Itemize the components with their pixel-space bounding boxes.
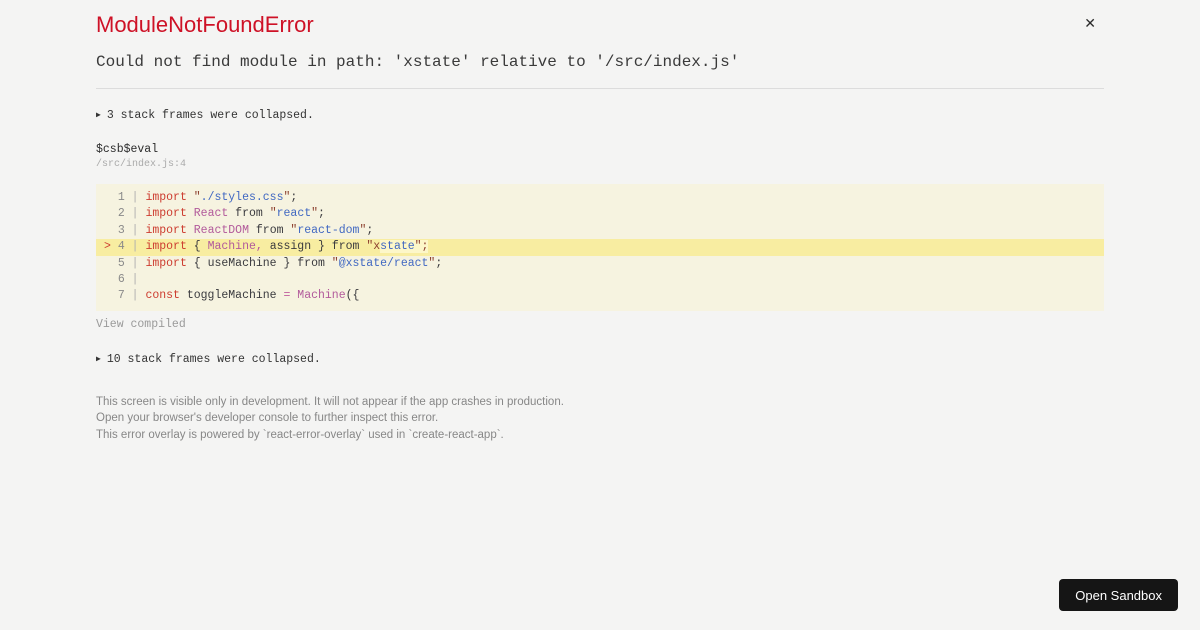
- close-button[interactable]: ✕: [1084, 16, 1096, 30]
- stack-collapsed-bottom-label: 10 stack frames were collapsed.: [106, 352, 321, 366]
- expand-triangle-icon: ▶: [96, 354, 101, 364]
- code-line: 5 | import { useMachine } from "@xstate/…: [117, 256, 443, 270]
- frame-function: $csb$eval: [96, 143, 159, 156]
- code-line: 2 | import React from "react";: [117, 207, 325, 221]
- error-title: ModuleNotFoundError: [96, 12, 314, 37]
- footer-note: This error overlay is powered by `react-…: [96, 428, 504, 441]
- error-overlay: ModuleNotFoundError ✕ Could not find mod…: [96, 0, 1104, 443]
- frame-location: /src/index.js:4: [96, 159, 187, 170]
- stack-collapsed-bottom[interactable]: ▶ 10 stack frames were collapsed.: [96, 353, 1104, 366]
- code-line: > 4 | import { Machine, assign } from "x…: [96, 239, 1104, 256]
- stack-collapsed-top-label: 3 stack frames were collapsed.: [106, 109, 314, 122]
- code-line: 1 | import "./styles.css";: [117, 191, 298, 204]
- footer-notes: This screen is visible only in developme…: [96, 394, 1104, 444]
- expand-triangle-icon: ▶: [96, 111, 101, 120]
- footer-note: This screen is visible only in developme…: [96, 395, 564, 408]
- code-line: 6 |: [117, 272, 139, 286]
- close-icon: ✕: [1084, 15, 1096, 31]
- open-sandbox-button[interactable]: Open Sandbox: [1059, 579, 1178, 611]
- code-frame: 1 | import "./styles.css"; 2 | import Re…: [96, 184, 1104, 311]
- code-line: 3 | import ReactDOM from "react-dom";: [117, 223, 374, 237]
- view-compiled-link[interactable]: View compiled: [96, 318, 186, 331]
- divider: [96, 88, 1104, 89]
- code-line: 7 | const toggleMachine = Machine({: [117, 289, 360, 303]
- footer-note: Open your browser's developer console to…: [96, 412, 439, 425]
- open-sandbox-label: Open Sandbox: [1075, 587, 1162, 603]
- stack-collapsed-top[interactable]: ▶ 3 stack frames were collapsed.: [96, 109, 1104, 122]
- error-message: Could not find module in path: 'xstate' …: [96, 53, 740, 71]
